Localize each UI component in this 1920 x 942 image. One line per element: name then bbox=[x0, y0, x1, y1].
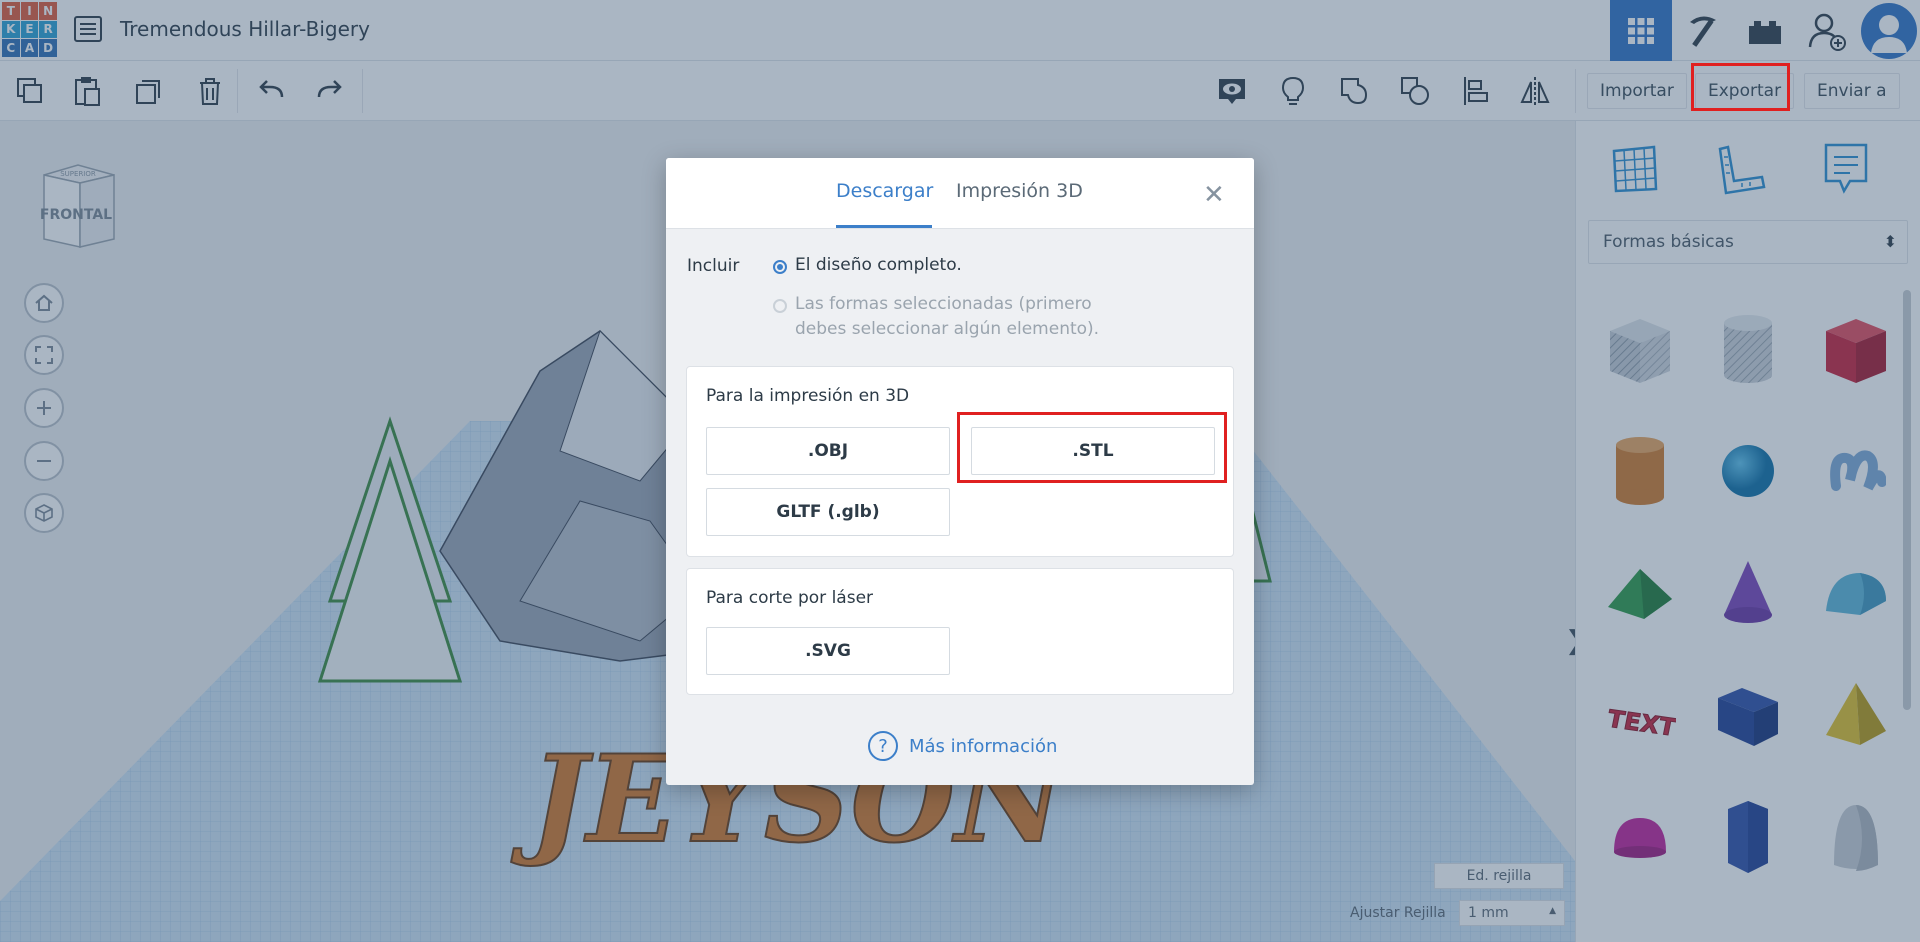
close-icon[interactable]: ✕ bbox=[1203, 180, 1225, 210]
dialog-header: Descargar Impresión 3D ✕ bbox=[666, 158, 1254, 229]
more-info-label: Más información bbox=[909, 735, 1058, 757]
export-dialog: Descargar Impresión 3D ✕ Incluir El dise… bbox=[666, 158, 1254, 785]
radio-selected-shapes bbox=[773, 299, 787, 313]
help-icon: ? bbox=[868, 731, 898, 761]
selected-shapes-label-line1: Las formas seleccionadas (primero bbox=[795, 294, 1092, 314]
selected-shapes-label-line2: debes seleccionar algún elemento). bbox=[795, 319, 1100, 339]
print-section-title: Para la impresión en 3D bbox=[706, 386, 910, 406]
active-tab-indicator bbox=[836, 225, 932, 228]
laser-formats-card: Para corte por láser .SVG bbox=[686, 568, 1234, 695]
more-info-link[interactable]: ? Más información bbox=[868, 731, 1057, 761]
laser-section-title: Para corte por láser bbox=[706, 588, 874, 608]
print-formats-card: Para la impresión en 3D .OBJ .STL GLTF (… bbox=[686, 366, 1234, 557]
obj-button[interactable]: .OBJ bbox=[706, 427, 950, 475]
include-label: Incluir bbox=[687, 256, 740, 276]
svg-button[interactable]: .SVG bbox=[706, 627, 950, 675]
tab-3d-print[interactable]: Impresión 3D bbox=[956, 180, 1083, 202]
radio-full-design[interactable] bbox=[773, 260, 787, 274]
tab-download[interactable]: Descargar bbox=[836, 180, 933, 202]
stl-button[interactable]: .STL bbox=[971, 427, 1215, 475]
gltf-button[interactable]: GLTF (.glb) bbox=[706, 488, 950, 536]
full-design-label[interactable]: El diseño completo. bbox=[795, 253, 962, 278]
